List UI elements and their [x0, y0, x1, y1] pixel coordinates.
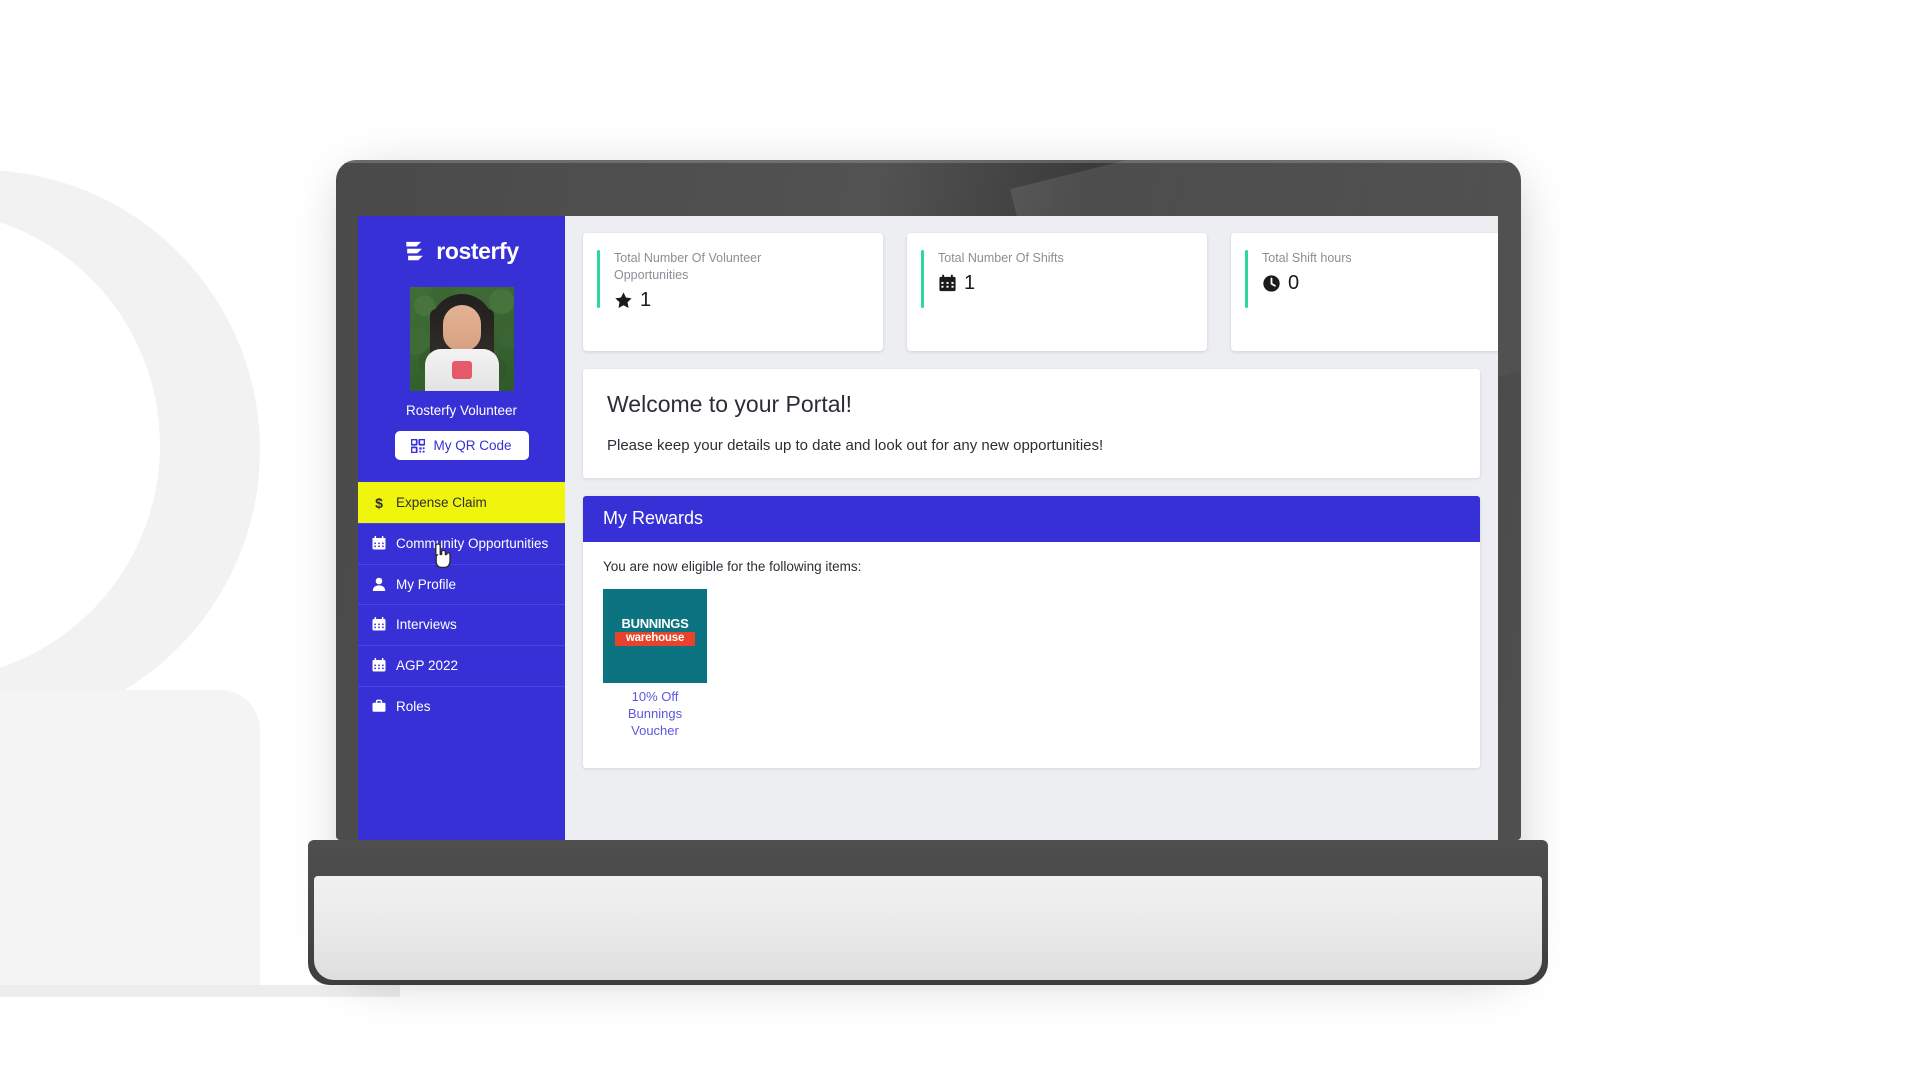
star-icon — [615, 291, 632, 308]
laptop-device-mockup: rosterfy Rosterfy Volunteer My QR Code $… — [308, 160, 1548, 985]
bunnings-logo: BUNNINGS warehouse — [615, 617, 695, 646]
brand[interactable]: rosterfy — [358, 216, 565, 283]
calendar-icon — [372, 617, 386, 631]
background-shape-lower-left — [0, 690, 260, 990]
reward-thumbnail: BUNNINGS warehouse — [603, 589, 707, 683]
stat-card-volunteer-opportunities: Total Number Of Volunteer Opportunities … — [583, 233, 883, 351]
card-title: Total Shift hours — [1262, 251, 1352, 265]
sidebar-item-expense-claim[interactable]: $ Expense Claim — [358, 482, 565, 523]
avatar — [409, 287, 514, 391]
sidebar-item-label: Roles — [396, 699, 431, 715]
sidebar-item-label: Interviews — [396, 617, 457, 633]
stat-cards-row: Total Number Of Volunteer Opportunities … — [565, 233, 1498, 351]
qr-code-icon — [411, 438, 426, 453]
laptop-base — [308, 840, 1548, 985]
calendar-icon — [939, 274, 956, 291]
card-body: Total Number Of Shifts 1 — [938, 250, 1191, 334]
laptop-base-surface — [314, 876, 1542, 980]
my-rewards-panel: My Rewards You are now eligible for the … — [583, 496, 1480, 768]
card-body: Total Number Of Volunteer Opportunities … — [614, 250, 867, 334]
my-rewards-body: You are now eligible for the following i… — [583, 542, 1480, 768]
welcome-panel: Welcome to your Portal! Please keep your… — [583, 369, 1480, 478]
rewards-note: You are now eligible for the following i… — [603, 559, 862, 574]
card-title: Total Number Of Volunteer Opportunities — [614, 251, 762, 282]
bunnings-logo-bottom: warehouse — [615, 632, 695, 646]
card-accent-bar — [921, 250, 924, 308]
my-qr-code-button[interactable]: My QR Code — [394, 431, 529, 460]
brand-name: rosterfy — [436, 238, 519, 264]
sidebar-item-community-opportunities[interactable]: Community Opportunities — [358, 522, 565, 564]
welcome-title: Welcome to your Portal! — [607, 391, 853, 417]
avatar-face — [442, 305, 481, 351]
card-accent-bar — [597, 250, 600, 308]
card-value: 1 — [640, 288, 652, 311]
sidebar-item-my-profile[interactable]: My Profile — [358, 563, 565, 605]
stat-card-total-shift-hours: Total Shift hours 0 — [1231, 233, 1498, 351]
sidebar-nav: $ Expense Claim Community Opportunities … — [358, 482, 565, 727]
sidebar-item-label: Expense Claim — [396, 495, 487, 510]
dollar-icon: $ — [375, 495, 383, 511]
card-accent-bar — [1245, 250, 1248, 308]
sidebar: rosterfy Rosterfy Volunteer My QR Code $… — [358, 216, 565, 840]
card-value-row: 0 — [1262, 272, 1498, 295]
card-value: 0 — [1288, 271, 1300, 294]
bunnings-logo-top: BUNNINGS — [621, 616, 689, 631]
sidebar-item-label: Community Opportunities — [396, 535, 549, 551]
card-title: Total Number Of Shifts — [938, 251, 1064, 265]
main-content: Total Number Of Volunteer Opportunities … — [565, 216, 1498, 840]
rosterfy-portal-app: rosterfy Rosterfy Volunteer My QR Code $… — [358, 216, 1498, 840]
clock-icon — [1263, 275, 1280, 292]
reward-caption: 10% Off Bunnings Voucher — [627, 689, 683, 738]
card-value: 1 — [964, 271, 976, 294]
calendar-icon — [372, 535, 386, 550]
user-name: Rosterfy Volunteer — [405, 403, 518, 418]
sidebar-item-roles[interactable]: Roles — [358, 686, 565, 727]
laptop-lid: rosterfy Rosterfy Volunteer My QR Code $… — [336, 160, 1521, 840]
stat-card-number-of-shifts: Total Number Of Shifts 1 — [907, 233, 1207, 351]
screenshot-canvas: rosterfy Rosterfy Volunteer My QR Code $… — [0, 0, 1920, 1080]
calendar-icon — [372, 658, 386, 672]
my-qr-code-button-label: My QR Code — [433, 438, 512, 453]
background-strip — [0, 985, 400, 997]
svg-text:$: $ — [375, 495, 383, 511]
person-icon — [372, 577, 386, 591]
card-value-row: 1 — [614, 289, 867, 312]
welcome-subtitle: Please keep your details up to date and … — [607, 437, 1104, 454]
reward-item-bunnings-voucher[interactable]: BUNNINGS warehouse 10% Off Bunnings Vouc… — [603, 589, 707, 740]
briefcase-icon — [372, 699, 386, 712]
sidebar-item-interviews[interactable]: Interviews — [358, 604, 565, 645]
laptop-screen: rosterfy Rosterfy Volunteer My QR Code $… — [358, 216, 1498, 840]
my-rewards-header: My Rewards — [583, 496, 1480, 542]
sidebar-item-label: AGP 2022 — [396, 658, 459, 674]
avatar-shirt-graphic — [451, 361, 472, 379]
sidebar-item-agp-2022[interactable]: AGP 2022 — [358, 645, 565, 686]
sidebar-item-label: My Profile — [396, 576, 457, 592]
card-value-row: 1 — [938, 272, 1191, 295]
avatar-wrapper — [358, 287, 565, 391]
rosterfy-bars-logo-icon — [406, 241, 424, 260]
card-body: Total Shift hours 0 — [1262, 250, 1498, 334]
